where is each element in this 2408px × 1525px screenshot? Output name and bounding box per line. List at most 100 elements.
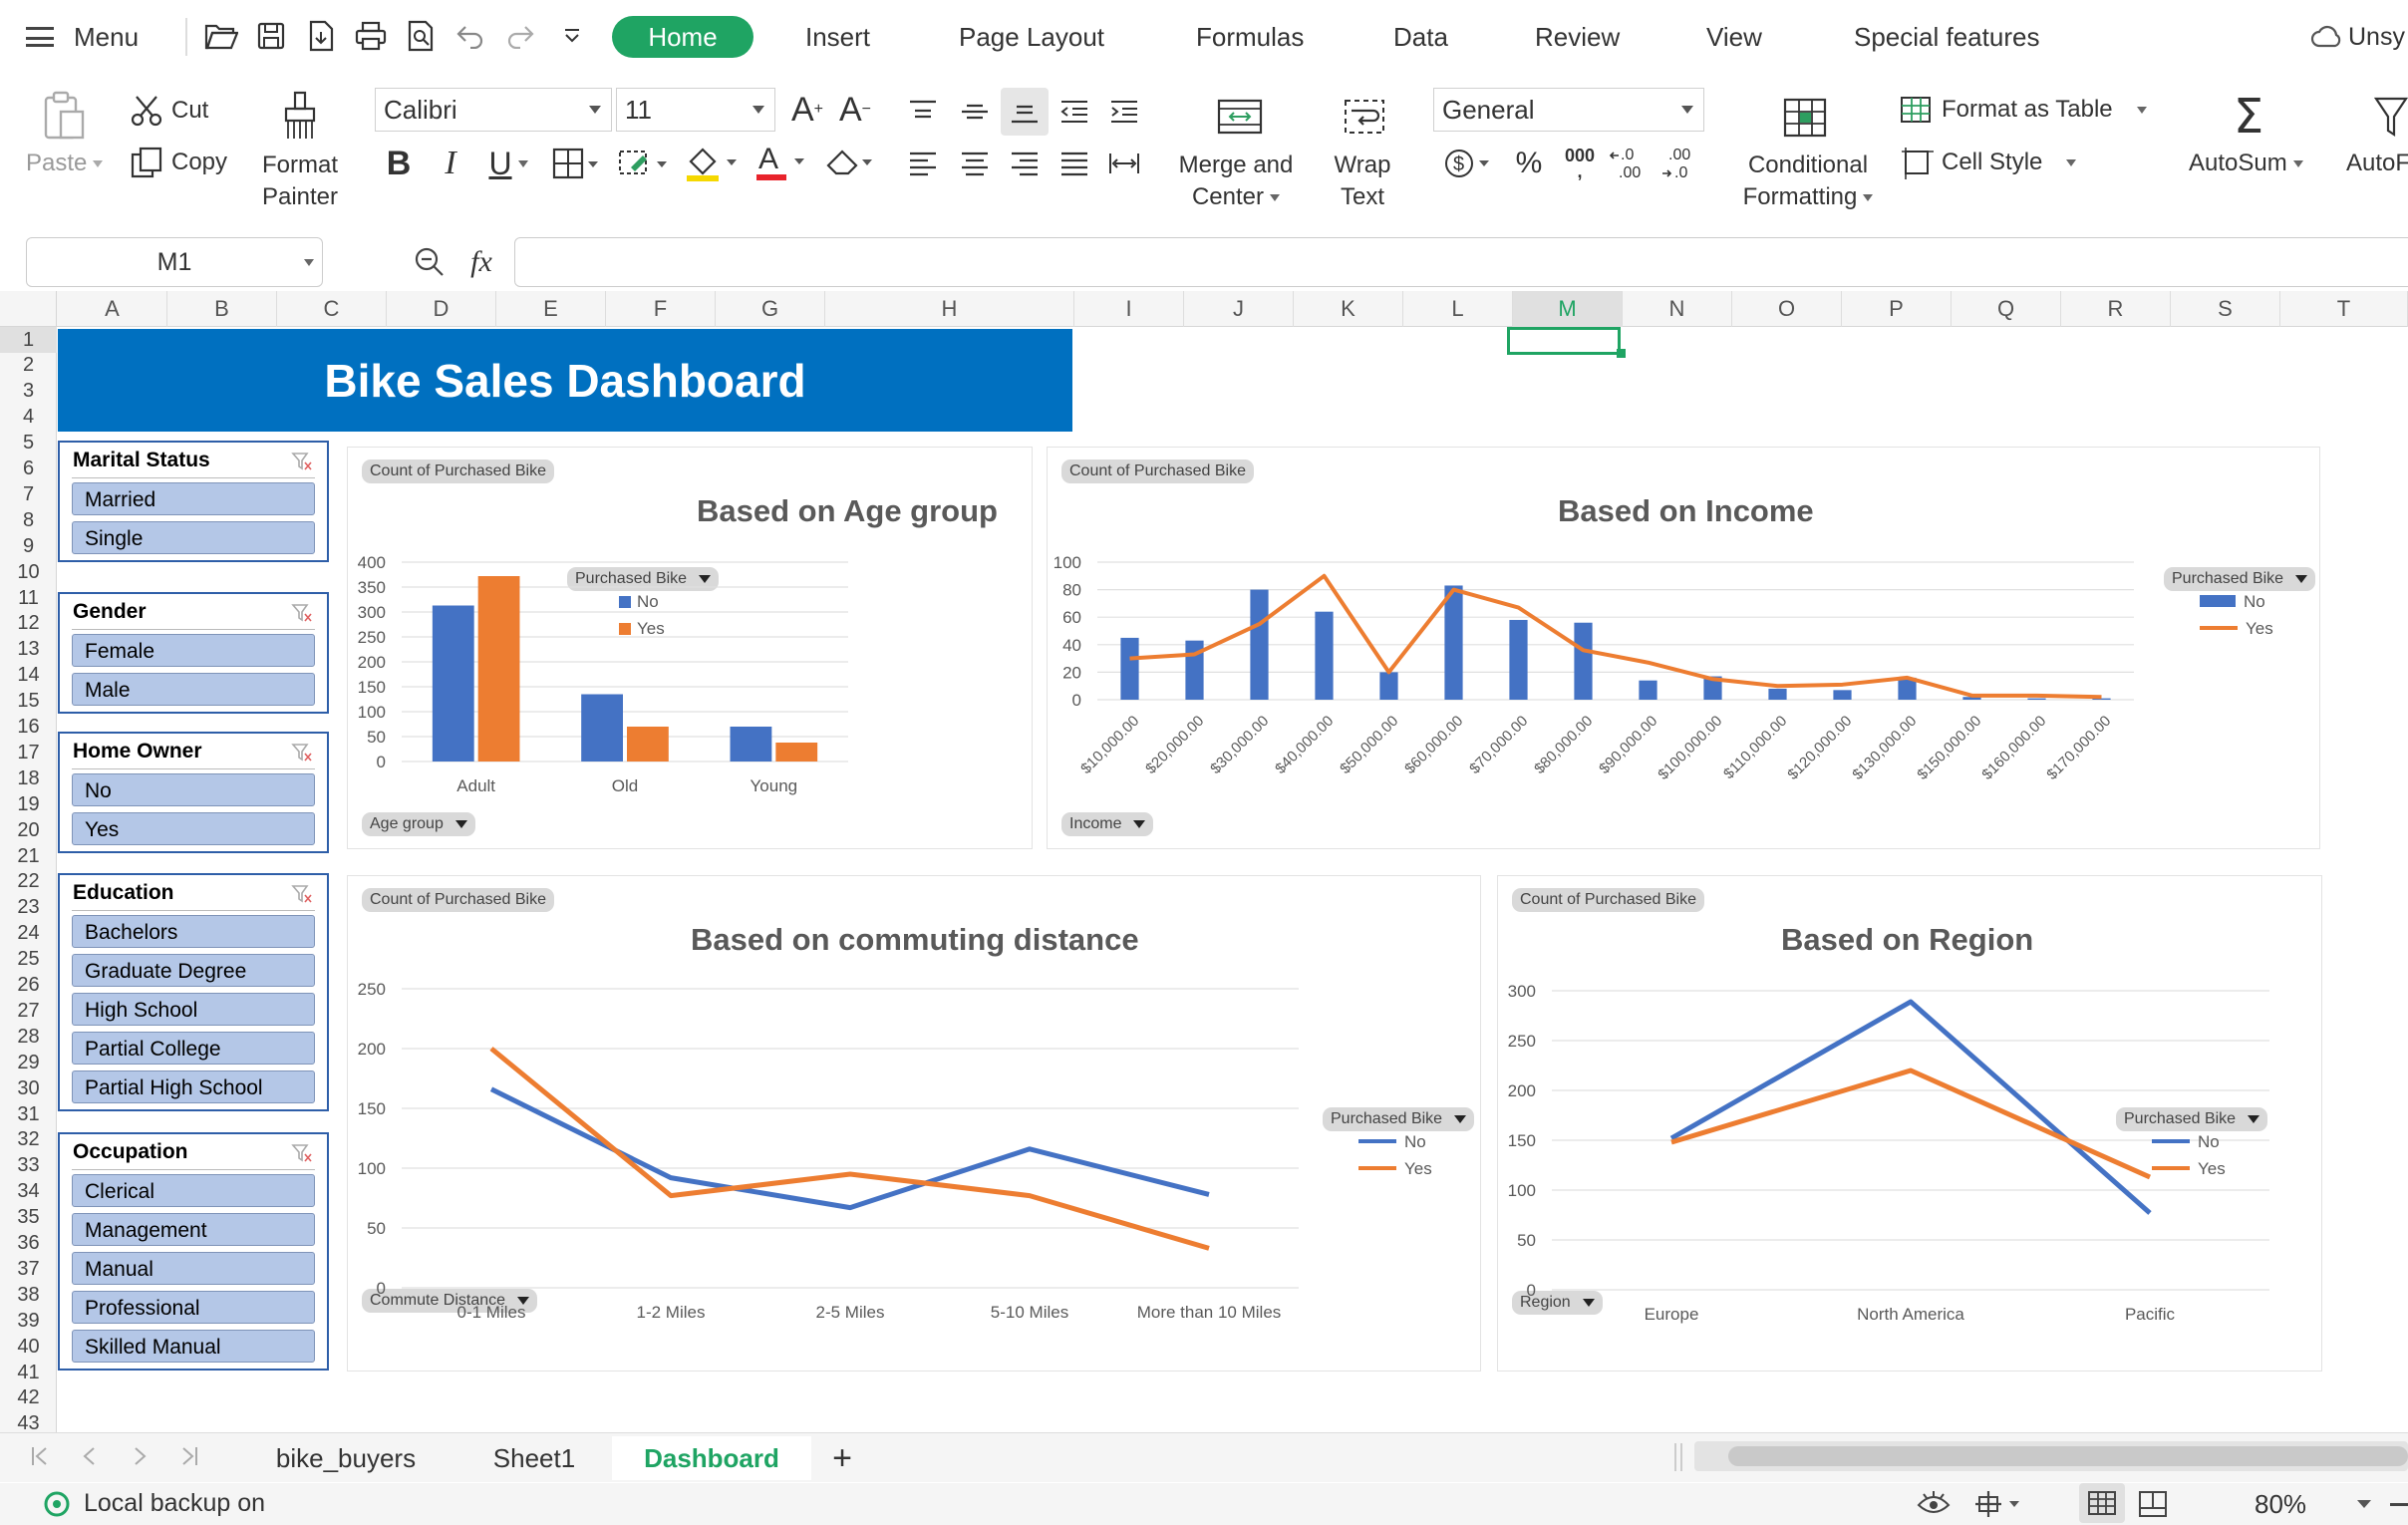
tab-insert[interactable]: Insert	[783, 16, 892, 58]
slicer-item[interactable]: Male	[72, 673, 315, 706]
column-header[interactable]: M	[1513, 291, 1623, 327]
bold-icon[interactable]: B	[379, 142, 419, 185]
slicer-item[interactable]: Bachelors	[72, 915, 315, 948]
series-yes-line[interactable]	[489, 1047, 1210, 1251]
autofilter-icon[interactable]	[2374, 92, 2408, 142]
row-header[interactable]: 15	[0, 689, 57, 715]
name-box[interactable]: M1	[26, 237, 323, 287]
redo-icon[interactable]	[498, 14, 542, 58]
clear-filter-icon[interactable]	[291, 883, 313, 905]
thousands-separator-icon[interactable]: 000,	[1555, 144, 1605, 183]
save-icon[interactable]	[249, 14, 293, 58]
row-header[interactable]: 29	[0, 1050, 57, 1075]
format-painter-button[interactable]: Format Painter	[257, 150, 343, 213]
bar[interactable]	[1379, 672, 1398, 700]
slicer-item[interactable]: Skilled Manual	[72, 1330, 315, 1363]
align-middle-icon[interactable]	[953, 92, 997, 132]
row-header[interactable]: 10	[0, 559, 57, 585]
fill-pattern-icon[interactable]	[616, 144, 672, 183]
distributed-icon[interactable]	[1102, 144, 1146, 183]
zoom-level[interactable]: 80%	[2255, 1489, 2306, 1520]
merge-center-button[interactable]: Merge and Center	[1174, 150, 1298, 213]
column-header[interactable]: N	[1623, 291, 1732, 327]
align-top-icon[interactable]	[901, 92, 945, 132]
align-left-icon[interactable]	[901, 144, 945, 183]
column-header[interactable]: H	[825, 291, 1074, 327]
row-header[interactable]: 41	[0, 1360, 57, 1385]
split-handle[interactable]	[1674, 1443, 1682, 1471]
backup-status[interactable]: Local backup on	[44, 1489, 265, 1518]
row-header[interactable]: 21	[0, 843, 57, 869]
clear-filter-icon[interactable]	[291, 742, 313, 763]
row-header[interactable]: 16	[0, 715, 57, 741]
row-header[interactable]: 30	[0, 1075, 57, 1101]
clear-filter-icon[interactable]	[291, 451, 313, 472]
autosum-icon[interactable]: Σ	[2227, 89, 2270, 145]
slicer-item[interactable]: High School	[72, 993, 315, 1026]
bar[interactable]	[1574, 622, 1593, 700]
row-header[interactable]: 25	[0, 947, 57, 973]
paste-icon[interactable]	[40, 90, 88, 142]
merge-center-icon[interactable]	[1214, 92, 1266, 142]
bar[interactable]	[1833, 690, 1852, 700]
tab-view[interactable]: View	[1684, 16, 1784, 58]
scrollbar-thumb[interactable]	[1728, 1446, 2408, 1466]
zoom-dropdown-icon[interactable]	[2352, 1491, 2376, 1517]
chart-2[interactable]: Count of Purchased Bike Income Purchased B…	[1047, 447, 2320, 849]
row-header[interactable]: 14	[0, 663, 57, 689]
slicer-item[interactable]: Female	[72, 634, 315, 667]
conditional-formatting-icon[interactable]	[1780, 94, 1830, 142]
column-header[interactable]: P	[1842, 291, 1952, 327]
slicer-item[interactable]: No	[72, 773, 315, 806]
tab-page-layout[interactable]: Page Layout	[937, 16, 1126, 58]
column-header[interactable]: A	[58, 291, 167, 327]
column-header[interactable]: C	[277, 291, 387, 327]
active-cell-m1[interactable]	[1507, 327, 1621, 355]
font-size-select[interactable]: 11	[616, 88, 775, 132]
row-header[interactable]: 39	[0, 1308, 57, 1334]
currency-icon[interactable]: $	[1441, 144, 1497, 183]
tab-review[interactable]: Review	[1513, 16, 1642, 58]
column-header[interactable]: K	[1294, 291, 1403, 327]
first-sheet-icon[interactable]	[26, 1441, 54, 1471]
decrease-decimal-icon[interactable]: .00.0	[1658, 144, 1704, 183]
menu-button[interactable]: Menu	[26, 18, 139, 56]
format-as-table-button[interactable]: Format as Table	[1900, 94, 2147, 126]
justify-icon[interactable]	[1053, 144, 1096, 183]
zoom-out-icon[interactable]	[2390, 1503, 2408, 1506]
row-header[interactable]: 34	[0, 1179, 57, 1205]
row-header[interactable]: 8	[0, 507, 57, 533]
row-header[interactable]: 33	[0, 1153, 57, 1179]
align-right-icon[interactable]	[1003, 144, 1047, 183]
prev-sheet-icon[interactable]	[76, 1441, 104, 1471]
clear-filter-icon[interactable]	[291, 1142, 313, 1164]
percent-icon[interactable]: %	[1507, 142, 1551, 185]
number-format-select[interactable]: General	[1433, 88, 1704, 132]
next-sheet-icon[interactable]	[126, 1441, 153, 1471]
chart-4[interactable]: Count of Purchased Bike Region Purchased B…	[1497, 875, 2322, 1372]
bar[interactable]	[477, 576, 520, 762]
row-header[interactable]: 3	[0, 379, 57, 405]
row-header[interactable]: 1	[0, 327, 57, 353]
italic-icon[interactable]: I	[431, 142, 470, 185]
row-header[interactable]: 19	[0, 791, 57, 817]
column-header[interactable]: F	[606, 291, 716, 327]
column-header[interactable]: G	[716, 291, 825, 327]
row-header[interactable]: 13	[0, 637, 57, 663]
underline-icon[interactable]: U	[480, 142, 536, 185]
undo-icon[interactable]	[449, 14, 492, 58]
sheet-tab-sheet1[interactable]: Sheet1	[458, 1436, 610, 1480]
tab-special-features[interactable]: Special features	[1832, 16, 2061, 58]
wrap-text-icon[interactable]	[1340, 92, 1389, 142]
bar[interactable]	[2027, 698, 2046, 700]
cell-style-button[interactable]: Cell Style	[1900, 146, 2077, 179]
page-break-view-icon[interactable]	[2131, 1485, 2175, 1523]
column-header[interactable]: S	[2171, 291, 2280, 327]
row-header[interactable]: 32	[0, 1127, 57, 1153]
decrease-indent-icon[interactable]	[1053, 92, 1096, 132]
normal-view-icon[interactable]	[2079, 1483, 2125, 1523]
tab-home[interactable]: Home	[612, 16, 753, 58]
eye-protection-icon[interactable]	[1914, 1487, 1954, 1521]
slicer-item[interactable]: Professional	[72, 1291, 315, 1324]
row-header[interactable]: 26	[0, 973, 57, 999]
